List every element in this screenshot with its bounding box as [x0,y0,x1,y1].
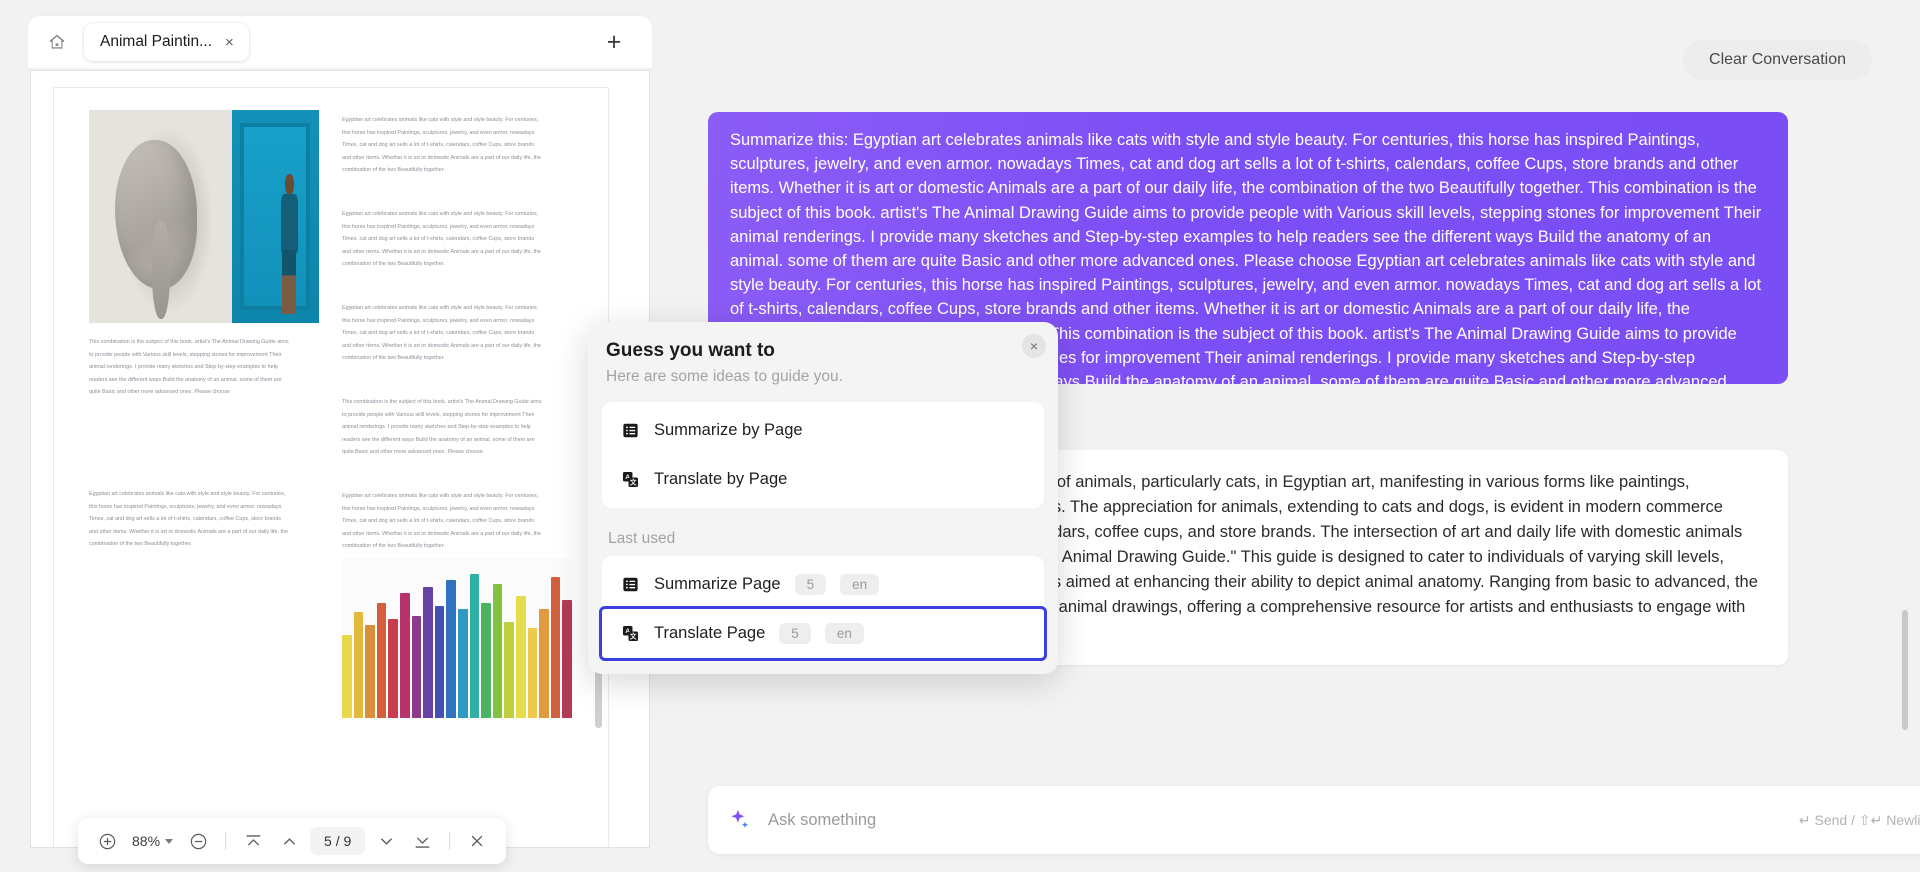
popup-title: Guess you want to [606,340,775,361]
last-used-label: Summarize Page [654,575,781,593]
page-indicator[interactable]: 5 / 9 [310,827,366,855]
page-paragraph: This combination is the subject of this … [342,399,542,456]
page-paragraph: Egyptian art celebrates animals like cat… [342,211,541,268]
zoom-out-icon[interactable] [183,826,213,856]
clear-conversation-button[interactable]: Clear Conversation [1683,40,1872,80]
previous-page-icon[interactable] [274,826,304,856]
last-used-list: Summarize Page 5 en A 文 Translate Page 5… [599,556,1047,662]
zoom-in-icon[interactable] [92,826,122,856]
page-paragraph: This combination is the subject of this … [89,339,289,396]
last-used-section-label: Last used [608,530,676,547]
page-count-badge: 5 [794,573,827,596]
chat-composer: ↵ Send / ⇧↵ Newline [708,786,1920,854]
viewer-tab-bar: Animal Paintin... × + [28,16,652,68]
chat-scrollbar[interactable] [1902,610,1908,730]
close-icon[interactable]: × [1022,334,1046,358]
page-photo-elephant-door [89,110,319,323]
page-paragraph: Egyptian art celebrates animals like cat… [89,491,288,548]
chat-header: Clear Conversation [1683,40,1872,80]
toolbar-divider [449,832,451,850]
translate-icon: A 文 [620,624,640,644]
pdf-viewer-pane: Animal Paintin... × + Egyptian art celeb… [0,0,672,872]
jump-to-first-page-icon[interactable] [238,826,268,856]
svg-text:文: 文 [629,478,636,487]
pdf-page: Egyptian art celebrates animals like cat… [53,87,609,847]
pdf-bottom-toolbar: 88% 5 / 9 [78,818,507,864]
last-used-label: Translate Page [654,624,766,642]
app-root: Animal Paintin... × + Egyptian art celeb… [0,0,1920,872]
zoom-level-dropdown[interactable]: 88% [128,833,177,849]
close-toolbar-icon[interactable] [462,826,492,856]
translate-icon: A 文 [620,470,640,490]
sparkle-icon [726,807,752,833]
chat-input[interactable] [768,810,1799,830]
page-paragraph: Egyptian art celebrates animals like cat… [342,305,541,362]
next-page-icon[interactable] [371,826,401,856]
svg-text:文: 文 [629,632,636,641]
close-icon[interactable]: × [222,33,237,52]
home-icon[interactable] [40,25,74,59]
suggestion-translate-by-page[interactable]: A 文 Translate by Page [602,455,1044,504]
jump-to-last-page-icon[interactable] [407,826,437,856]
suggestion-label: Summarize by Page [654,421,803,439]
suggestions-list: Summarize by Page A 文 Translate by Page [602,402,1044,508]
summarize-list-icon [620,575,640,595]
language-badge: en [824,622,864,645]
toolbar-divider [225,832,227,850]
send-shortcut-hint: ↵ Send / ⇧↵ Newline [1798,811,1920,828]
page-count-badge: 5 [779,622,811,645]
zoom-level-value: 88% [132,833,161,849]
blue-door-photo [231,110,319,323]
elephant-drawing [89,110,232,323]
suggestion-summarize-by-page[interactable]: Summarize by Page [602,406,1044,455]
language-badge: en [840,573,880,596]
suggestions-popup: × Guess you want to Here are some ideas … [588,322,1058,674]
chevron-down-icon [165,838,174,844]
page-photo-colored-pencils [342,558,572,718]
suggestion-label: Translate by Page [654,470,788,488]
summarize-list-icon [620,421,640,441]
last-used-summarize-page[interactable]: Summarize Page 5 en [602,560,1044,609]
tab-title: Animal Paintin... [100,33,212,50]
page-paragraph: Egyptian art celebrates animals like cat… [342,117,541,174]
last-used-translate-page[interactable]: A 文 Translate Page 5 en [599,606,1047,661]
page-paragraph: Egyptian art celebrates animals like cat… [342,493,541,550]
person-figure [278,173,301,315]
document-tab[interactable]: Animal Paintin... × [84,23,249,61]
document-viewport[interactable]: Egyptian art celebrates animals like cat… [30,70,650,848]
plus-icon[interactable]: + [598,26,630,58]
popup-subtitle: Here are some ideas to guide you. [606,368,843,385]
